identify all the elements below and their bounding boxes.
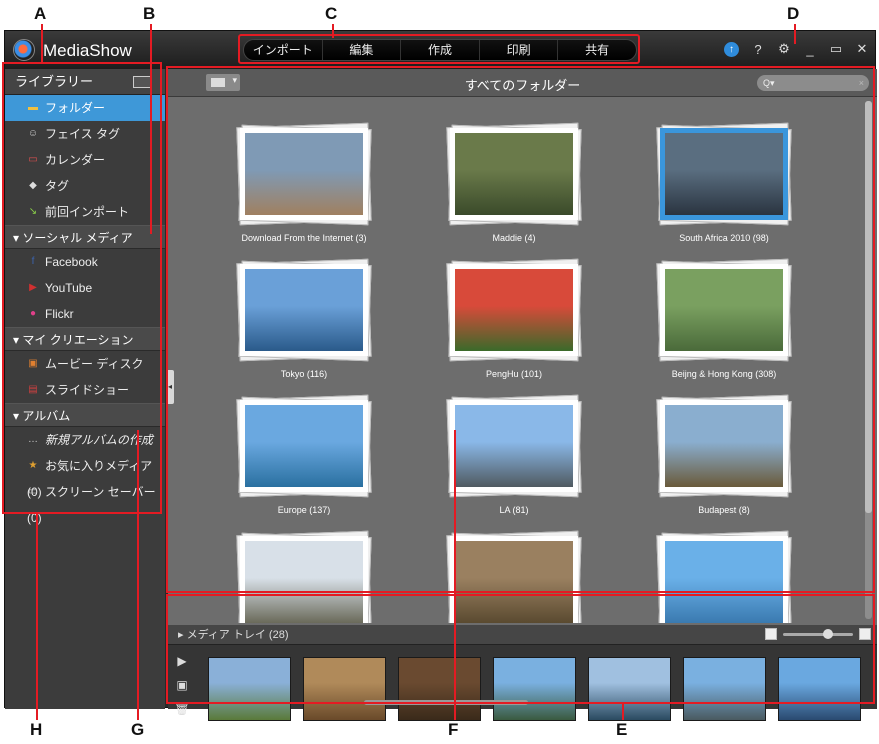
minimize-button[interactable]: _ xyxy=(803,42,817,57)
leader-f xyxy=(454,430,456,720)
app-logo-icon xyxy=(13,39,35,61)
callout-e: E xyxy=(616,720,628,739)
leader-c xyxy=(332,24,334,38)
window-controls: ↑ ? ⚙ _ ▭ ✕ xyxy=(724,41,869,57)
upgrade-icon[interactable]: ↑ xyxy=(724,41,739,57)
leader-h xyxy=(36,514,38,720)
leader-e xyxy=(622,704,624,720)
callout-h: H xyxy=(30,720,43,739)
callout-d: D xyxy=(787,4,800,23)
leader-g xyxy=(137,430,139,720)
settings-gear-icon[interactable]: ⚙ xyxy=(777,41,791,57)
leader-d xyxy=(794,24,796,44)
leader-a xyxy=(41,24,43,64)
callout-b: B xyxy=(143,4,156,23)
callout-g: G xyxy=(131,720,145,739)
help-icon[interactable]: ? xyxy=(751,42,765,57)
close-button[interactable]: ✕ xyxy=(855,41,869,57)
callout-e-box xyxy=(166,594,875,704)
app-name: MediaShow xyxy=(43,41,132,60)
callout-a: A xyxy=(34,4,47,23)
callout-f: F xyxy=(448,720,459,739)
restore-button[interactable]: ▭ xyxy=(829,41,843,57)
callout-f-box xyxy=(166,66,875,593)
leader-b xyxy=(150,24,152,234)
screenshot-root: A B C D E F G H MediaShow インポート 編集 作成 印刷… xyxy=(0,0,879,744)
callout-c-box xyxy=(238,34,640,64)
callout-c: C xyxy=(325,4,338,23)
